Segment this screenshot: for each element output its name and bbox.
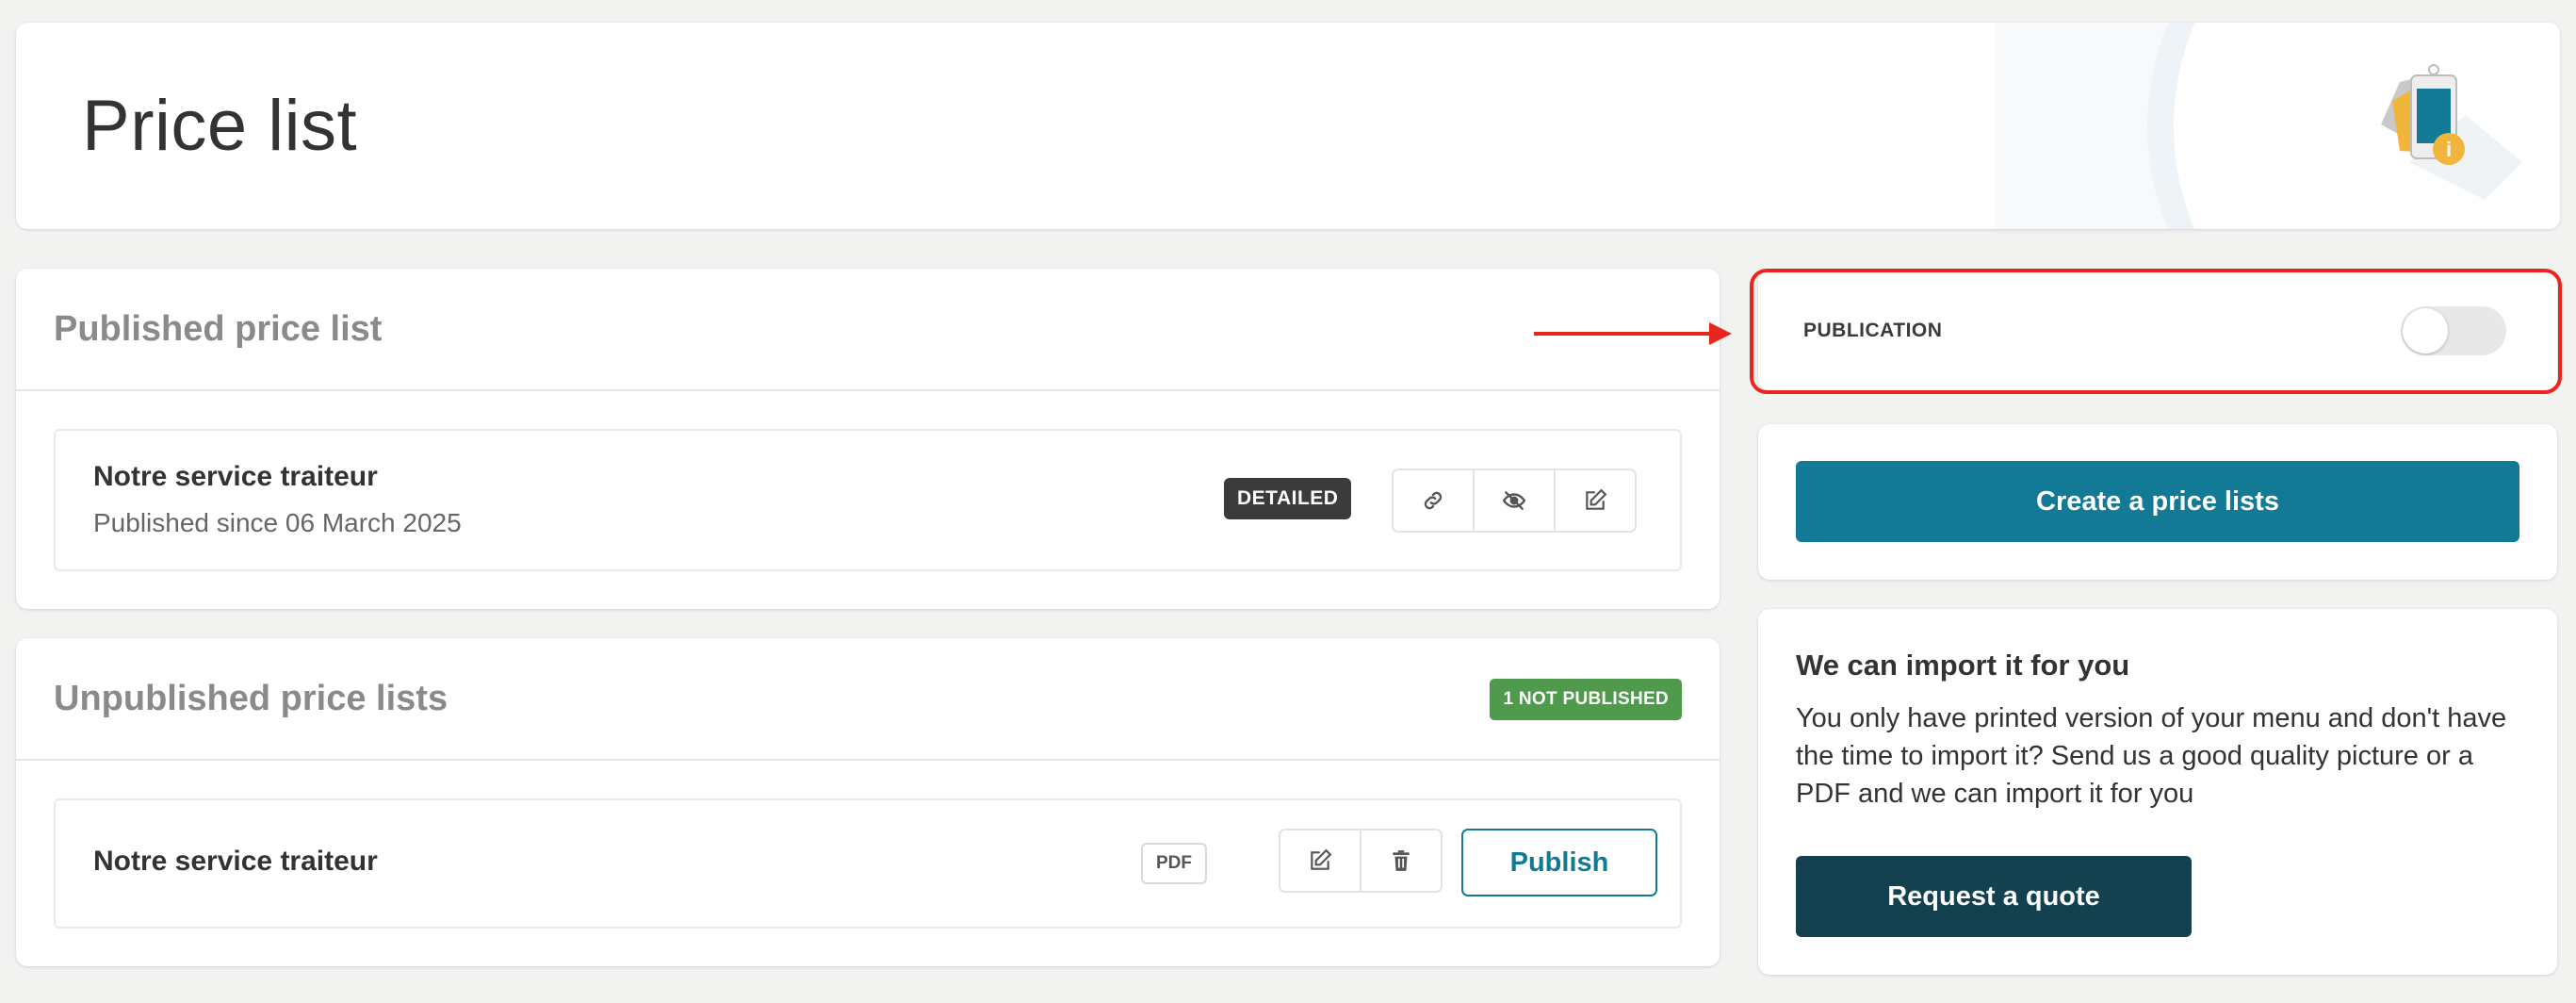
price-list-name: Notre service traiteur (93, 846, 378, 877)
pdf-badge: PDF (1141, 843, 1207, 884)
price-list-name: Notre service traiteur (93, 461, 378, 492)
create-price-list-button[interactable]: Create a price lists (1796, 461, 2519, 542)
unpublished-price-list-row: Notre service traiteur PDF Publish (54, 798, 1682, 929)
import-description: You only have printed version of your me… (1796, 703, 2507, 809)
price-tag-phone-info-icon: i (2381, 64, 2522, 200)
eye-slash-icon (1502, 491, 1526, 510)
unpublished-actions (1279, 829, 1443, 893)
trash-icon (1393, 850, 1410, 871)
card-header: Unpublished price lists 1 NOT PUBLISHED (16, 638, 1720, 761)
hide-button[interactable] (1473, 470, 1554, 531)
edit-button[interactable] (1280, 830, 1360, 891)
published-since-text: Published since 06 March 2025 (93, 508, 462, 537)
create-card: Create a price lists (1758, 424, 2557, 580)
page-header: Price list i (16, 23, 2560, 229)
unpublished-price-lists-card: Unpublished price lists 1 NOT PUBLISHED … (16, 638, 1720, 966)
unpublished-section-title: Unpublished price lists (54, 679, 448, 718)
card-header: Published price list (16, 269, 1720, 391)
edit-button[interactable] (1554, 470, 1635, 531)
import-title: We can import it for you (1796, 649, 2130, 682)
page-title: Price list (82, 86, 358, 166)
not-published-count-badge: 1 NOT PUBLISHED (1490, 679, 1682, 720)
link-icon (1424, 491, 1443, 510)
published-price-list-card: Published price list Notre service trait… (16, 269, 1720, 609)
request-quote-button[interactable]: Request a quote (1796, 856, 2192, 937)
import-card: We can import it for you You only have p… (1758, 609, 2557, 975)
delete-button[interactable] (1360, 830, 1441, 891)
published-actions (1392, 469, 1637, 533)
detailed-badge: DETAILED (1224, 478, 1352, 519)
copy-link-button[interactable] (1394, 470, 1473, 531)
publish-button[interactable]: Publish (1461, 829, 1657, 896)
arrow-right-icon (1534, 322, 1732, 345)
svg-text:i: i (2446, 138, 2452, 161)
edit-icon (1586, 488, 1607, 510)
highlight-box (1750, 269, 2562, 394)
edit-icon (1311, 848, 1332, 870)
published-section-title: Published price list (54, 309, 383, 349)
published-price-list-row: Notre service traiteur Published since 0… (54, 429, 1682, 571)
